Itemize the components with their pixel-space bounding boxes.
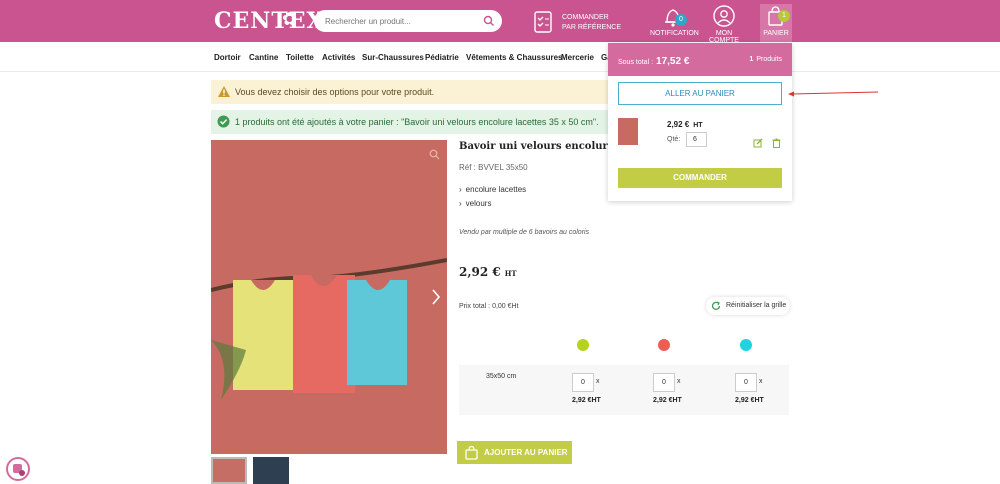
qty-multiplier: x	[759, 378, 763, 385]
shopping-bag-icon	[465, 445, 478, 462]
sold-by-note: Vendu par multiple de 6 bavoirs au color…	[459, 229, 590, 236]
variant-price: 2,92 €HT	[735, 397, 764, 404]
reset-grid-label: Réinitialiser la grille	[726, 302, 787, 309]
next-image-icon[interactable]	[431, 288, 441, 311]
command-by-reference-label: COMMANDER PAR RÉFÉRENCE	[562, 14, 621, 31]
thumbnail-1[interactable]	[211, 457, 247, 484]
annotation-arrow	[788, 91, 879, 97]
cart-item-thumbnail[interactable]	[618, 118, 638, 145]
floating-widget-button[interactable]	[6, 457, 30, 481]
cart-item-price-value: 2,92 €	[667, 120, 690, 129]
product-reference: Réf : BVVEL 35x50	[459, 163, 528, 172]
cart-item-qty-label: Qté:	[667, 136, 681, 143]
subtotal: Sous total :17,52 €	[618, 56, 689, 67]
cart-item-price: 2,92 € HT	[667, 120, 703, 129]
success-text: 1 produits ont été ajoutés à votre panie…	[235, 117, 599, 127]
nav-item-mercerie[interactable]: Mercerie	[561, 53, 594, 62]
cart-item-qty-input[interactable]: 6	[686, 132, 707, 147]
edit-icon[interactable]	[753, 135, 763, 153]
brand-logo[interactable]: CENTEX	[214, 8, 325, 34]
nav-item-dortoir[interactable]: Dortoir	[214, 53, 241, 62]
color-swatch-green	[577, 339, 589, 351]
qty-input-cyan[interactable]: 0	[735, 373, 757, 392]
color-swatch-red	[658, 339, 670, 351]
go-to-cart-button[interactable]: ALLER AU PANIER	[618, 82, 782, 105]
product-price: 2,92 € HT	[459, 265, 517, 279]
site-header: CENTEX ✿ COMMANDER PAR RÉFÉRENCE 0 NOTIF…	[0, 0, 1000, 44]
color-swatch-cyan	[740, 339, 752, 351]
qty-multiplier: x	[596, 378, 600, 385]
feature-text: velours	[465, 199, 492, 208]
subtotal-value: 17,52 €	[656, 56, 690, 67]
cart-label: PANIER	[763, 30, 789, 37]
chevron-right-icon: ›	[459, 185, 462, 194]
cart-item-price-unit: HT	[693, 122, 703, 129]
cart-button[interactable]: 1 PANIER	[760, 4, 792, 42]
variant-price: 2,92 €HT	[653, 397, 682, 404]
cart-dropdown: Sous total :17,52 € 1 Produits ALLER AU P…	[608, 43, 792, 201]
bell-icon	[665, 9, 681, 27]
thumbnail-2[interactable]	[253, 457, 289, 484]
command-by-reference-link[interactable]: COMMANDER PAR RÉFÉRENCE	[532, 10, 622, 34]
qty-input-red[interactable]: 0	[653, 373, 675, 392]
size-label: 35x50 cm	[486, 373, 517, 380]
notification-label: NOTIFICATION	[650, 30, 699, 37]
notification-button[interactable]: 0 NOTIFICATION	[650, 4, 699, 37]
zoom-icon[interactable]	[429, 147, 440, 165]
feature-text: encolure lacettes	[465, 185, 527, 194]
warning-text: Vous devez choisir des options pour votr…	[235, 87, 435, 97]
nav-item-pediatrie[interactable]: Pédiatrie	[425, 53, 459, 62]
feature-item: › encolure lacettes	[459, 185, 526, 194]
trash-icon[interactable]	[772, 135, 781, 153]
product-title: Bavoir uni velours encolure lacettes	[459, 141, 609, 152]
product-count: 1 Produits	[749, 56, 782, 63]
product-count-value: 1	[749, 56, 754, 63]
qty-input-green[interactable]: 0	[572, 373, 594, 392]
price-value: 2,92 €	[459, 265, 501, 279]
add-to-cart-button[interactable]: AJOUTER AU PANIER	[457, 441, 572, 464]
account-button[interactable]: MON COMPTE	[700, 4, 748, 44]
subtotal-label: Sous total :	[618, 59, 654, 66]
variant-price: 2,92 €HT	[572, 397, 601, 404]
search-icon[interactable]	[483, 14, 495, 32]
cart-badge: 1	[778, 10, 790, 22]
product-image[interactable]	[211, 140, 447, 454]
search-input[interactable]	[314, 10, 464, 32]
chat-icon	[13, 464, 25, 476]
search-bar	[314, 10, 502, 32]
refresh-icon	[711, 301, 721, 313]
nav-item-activites[interactable]: Activités	[322, 53, 355, 62]
checklist-icon	[532, 10, 556, 39]
notification-badge: 0	[675, 14, 687, 26]
chevron-right-icon: ›	[459, 199, 462, 208]
cart-summary: Sous total :17,52 € 1 Produits	[608, 43, 792, 76]
logo-flower-icon: ✿	[282, 9, 298, 29]
total-price: Prix total : 0,00 €Ht	[459, 303, 519, 310]
warning-icon	[217, 85, 231, 103]
nav-item-sur-chaussures[interactable]: Sur-Chaussures	[362, 53, 424, 62]
qty-multiplier: x	[677, 378, 681, 385]
nav-item-toilette[interactable]: Toilette	[286, 53, 314, 62]
main-nav: Dortoir Cantine Toilette Activités Sur-C…	[0, 42, 1000, 72]
success-alert: 1 produits ont été ajoutés à votre panie…	[211, 110, 611, 134]
nav-item-cantine[interactable]: Cantine	[249, 53, 278, 62]
price-unit: HT	[504, 269, 517, 278]
warning-alert: Vous devez choisir des options pour votr…	[211, 80, 611, 104]
reset-grid-button[interactable]: Réinitialiser la grille	[706, 297, 790, 315]
feature-item: › velours	[459, 199, 491, 208]
checkout-button[interactable]: COMMANDER	[618, 168, 782, 188]
user-icon	[713, 5, 735, 27]
add-to-cart-label: AJOUTER AU PANIER	[484, 448, 568, 457]
product-count-label: Produits	[756, 56, 782, 63]
check-circle-icon	[217, 115, 230, 133]
nav-item-vetements[interactable]: Vêtements & Chaussures	[466, 53, 562, 62]
